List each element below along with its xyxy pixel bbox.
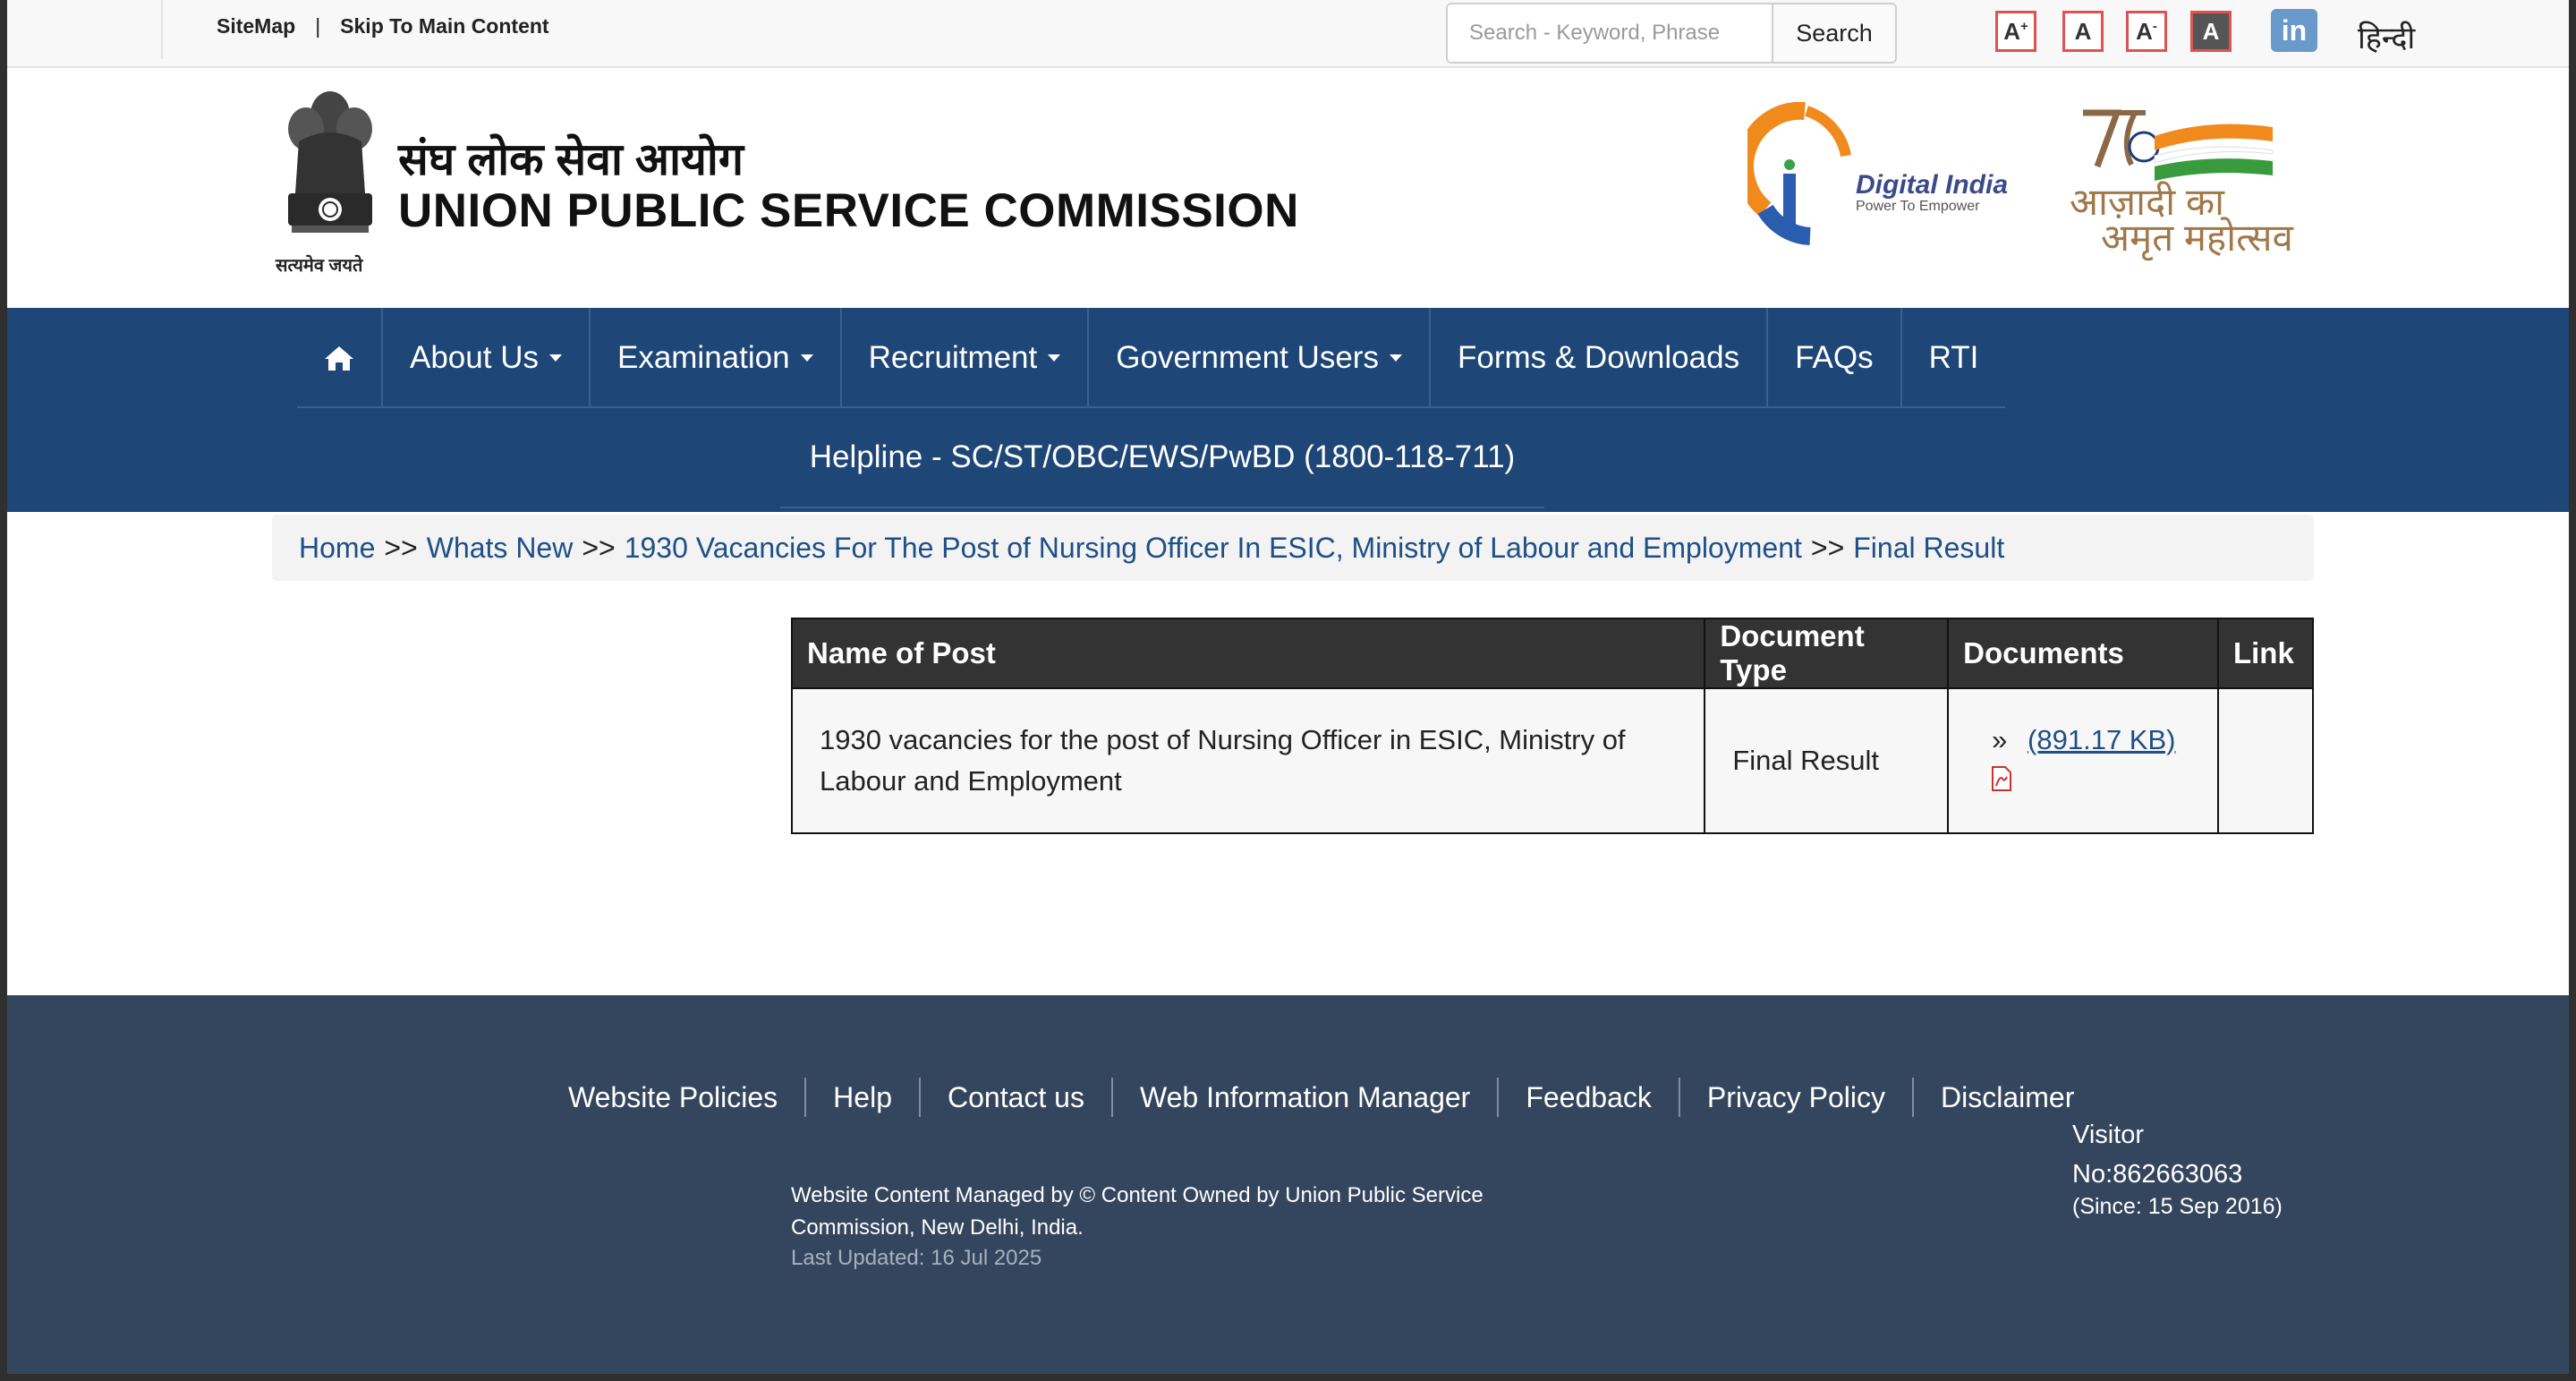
chevron-down-icon (1048, 354, 1061, 362)
col-header-document-type: Document Type (1704, 618, 1950, 689)
table-header-row: Name of Post Document Type Documents Lin… (790, 618, 2315, 689)
home-icon (325, 346, 353, 371)
footer-links: Website Policies Help Contact us Web Inf… (541, 1078, 2101, 1117)
top-links: SiteMap | Skip To Main Content (217, 14, 549, 38)
helpline-link[interactable]: Helpline - SC/ST/OBC/EWS/PwBD (1800-118-… (780, 408, 1544, 508)
nav-rti[interactable]: RTI (1902, 308, 2006, 408)
nav-menu: About Us Examination Recruitment Governm… (297, 308, 2006, 408)
chevron-down-icon (1389, 354, 1402, 362)
nav-rti-label: RTI (1928, 340, 1979, 375)
top-utility-bar: SiteMap | Skip To Main Content Search A+… (7, 0, 2569, 68)
nav-forms-downloads[interactable]: Forms & Downloads (1431, 308, 1769, 408)
footer-link-disclaimer[interactable]: Disclaimer (1914, 1078, 2101, 1117)
visitor-since-text: (Since: 15 Sep 2016) (2072, 1194, 2283, 1219)
breadcrumb-final-result[interactable]: Final Result (1853, 532, 2004, 565)
site-title-hindi[interactable]: संघ लोक सेवा आयोग (398, 127, 744, 188)
visitor-counter: Visitor No:862663063 (2072, 1121, 2243, 1189)
breadcrumb-separator: >> (1810, 531, 1845, 564)
content-ownership-text: Website Content Managed by © Content Own… (791, 1183, 1484, 1240)
azadi-text-line2: अमृत महोत्सव (2101, 217, 2293, 259)
footer: Website Policies Help Contact us Web Inf… (7, 995, 2569, 1374)
cell-document-type: Final Result (1704, 687, 1950, 834)
footer-link-contact-us[interactable]: Contact us (921, 1078, 1113, 1117)
site-title-english[interactable]: UNION PUBLIC SERVICE COMMISSION (398, 183, 1299, 238)
table-row: 1930 vacancies for the post of Nursing O… (790, 687, 2315, 834)
top-links-separator: | (315, 14, 321, 38)
skip-to-content-link[interactable]: Skip To Main Content (340, 14, 548, 38)
nav-about-us-label: About Us (410, 340, 539, 375)
pdf-file-icon[interactable] (1992, 765, 2012, 791)
digital-india-text: Digital India (1856, 170, 2009, 200)
topbar-divider (161, 0, 163, 59)
search-form: Search (1446, 3, 1897, 64)
footer-link-help[interactable]: Help (806, 1078, 921, 1117)
font-decrease-label: A (2136, 17, 2153, 45)
linkedin-icon[interactable]: in (2271, 9, 2317, 52)
breadcrumb-separator: >> (384, 531, 418, 564)
nav-home[interactable] (297, 308, 383, 408)
nav-faqs-label: FAQs (1795, 340, 1874, 375)
document-download-link[interactable]: (891.17 KB) (2028, 724, 2175, 755)
breadcrumb-home[interactable]: Home (299, 532, 375, 565)
col-header-name-of-post: Name of Post (790, 618, 1706, 689)
last-updated-text: Last Updated: 16 Jul 2025 (791, 1246, 1042, 1270)
footer-link-web-information-manager[interactable]: Web Information Manager (1113, 1078, 1500, 1117)
nav-faqs[interactable]: FAQs (1768, 308, 1902, 408)
nav-recruitment[interactable]: Recruitment (842, 308, 1090, 408)
high-contrast-button[interactable]: A (2190, 11, 2232, 52)
font-increase-label: A (2003, 17, 2020, 45)
nav-forms-downloads-label: Forms & Downloads (1457, 340, 1740, 375)
chevron-down-icon (800, 354, 813, 362)
page: SiteMap | Skip To Main Content Search A+… (7, 0, 2569, 1374)
digital-india-tagline: Power To Empower (1856, 199, 1980, 214)
nav-examination-label: Examination (616, 340, 790, 375)
font-increase-sup: + (2020, 18, 2028, 34)
breadcrumb-separator: >> (582, 531, 616, 564)
nav-government-users[interactable]: Government Users (1089, 308, 1431, 408)
font-decrease-button[interactable]: A- (2126, 11, 2167, 52)
breadcrumb-whats-new[interactable]: Whats New (427, 532, 574, 565)
cell-name-of-post: 1930 vacancies for the post of Nursing O… (790, 687, 1706, 834)
nav-examination[interactable]: Examination (591, 308, 842, 408)
emblem-caption: सत्यमेव जयते (276, 256, 363, 276)
high-contrast-label: A (2202, 17, 2220, 45)
linkedin-label: in (2281, 13, 2308, 47)
nav-about-us[interactable]: About Us (383, 308, 591, 408)
search-button[interactable]: Search (1772, 4, 1895, 62)
cell-documents: » (891.17 KB) (1947, 687, 2219, 834)
footer-link-feedback[interactable]: Feedback (1499, 1078, 1680, 1117)
font-decrease-sup: - (2152, 18, 2157, 34)
cell-link (2216, 687, 2315, 834)
footer-link-website-policies[interactable]: Website Policies (541, 1078, 807, 1117)
main-navigation: About Us Examination Recruitment Governm… (7, 308, 2569, 512)
nav-government-users-label: Government Users (1116, 340, 1379, 375)
national-emblem-icon (288, 91, 372, 233)
language-toggle-hindi[interactable]: हिन्दी (2358, 16, 2415, 57)
chevron-down-icon (548, 354, 562, 362)
nav-recruitment-label: Recruitment (868, 340, 1038, 375)
font-normal-button[interactable]: A (2062, 11, 2104, 52)
document-bullet: » (1992, 723, 2008, 755)
font-increase-button[interactable]: A + (1995, 11, 2036, 52)
result-table: Name of Post Document Type Documents Lin… (790, 618, 2315, 834)
breadcrumb-vacancy[interactable]: 1930 Vacancies For The Post of Nursing O… (625, 532, 1802, 565)
search-input[interactable] (1448, 4, 1772, 62)
col-header-link: Link (2216, 618, 2315, 689)
breadcrumb: Home >> Whats New >> 1930 Vacancies For … (272, 515, 2314, 581)
col-header-documents: Documents (1947, 618, 2219, 689)
sitemap-link[interactable]: SiteMap (217, 14, 295, 38)
font-normal-label: A (2074, 17, 2092, 45)
footer-link-privacy-policy[interactable]: Privacy Policy (1680, 1078, 1915, 1117)
